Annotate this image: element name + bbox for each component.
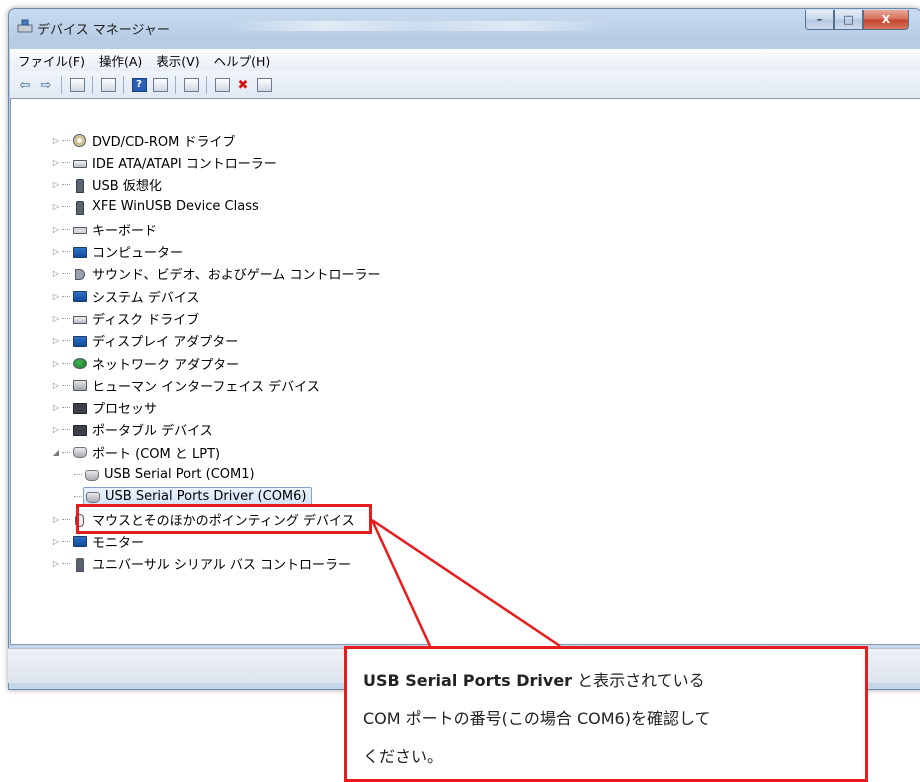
callout-line-2: COM ポートの番号(この場合 COM6)を確認して [363,709,711,728]
callout-box: USB Serial Ports Driver と表示されている COM ポート… [344,646,868,782]
callout-line-1-rest: と表示されている [572,671,705,690]
callout-bold: USB Serial Ports Driver [363,671,573,690]
callout-line-1: USB Serial Ports Driver と表示されている [363,667,705,691]
callout-line-3: ください。 [363,747,444,766]
